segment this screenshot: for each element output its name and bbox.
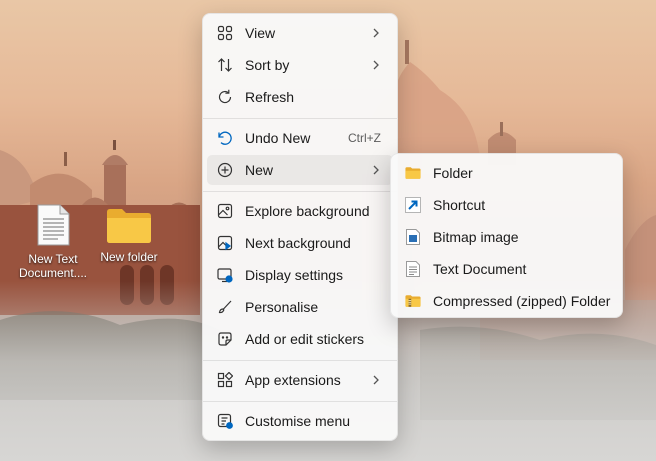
menu-item-new[interactable]: New <box>207 155 393 185</box>
submenu-item-text-document[interactable]: Text Document <box>395 254 618 284</box>
undo-icon <box>217 130 233 146</box>
submenu-item-label: Compressed (zipped) Folder <box>433 293 611 309</box>
folder-icon <box>405 165 421 181</box>
desktop-icon-label: New folder <box>100 250 158 264</box>
text-file-icon <box>37 204 70 246</box>
menu-item-next-background[interactable]: Next background <box>207 228 393 258</box>
menu-item-label: Refresh <box>245 89 295 105</box>
submenu-item-compressed-folder[interactable]: Compressed (zipped) Folder <box>395 286 618 316</box>
menu-item-label: New <box>245 162 274 178</box>
menu-item-label: Customise menu <box>245 413 351 429</box>
menu-item-refresh[interactable]: Refresh <box>207 82 393 112</box>
menu-separator <box>203 118 397 119</box>
menu-item-personalise[interactable]: Personalise <box>207 292 393 322</box>
desktop-icon-label: New Text Document.... <box>18 252 88 280</box>
menu-item-label: Sort by <box>245 57 290 73</box>
submenu-item-bitmap-image[interactable]: Bitmap image <box>395 222 618 252</box>
submenu-item-label: Text Document <box>433 261 527 277</box>
next-background-icon <box>217 235 233 251</box>
menu-item-label: Personalise <box>245 299 319 315</box>
sticker-icon <box>217 331 233 347</box>
refresh-icon <box>217 89 233 105</box>
chevron-right-icon <box>373 375 379 385</box>
menu-item-label: Add or edit stickers <box>245 331 365 347</box>
submenu-item-folder[interactable]: Folder <box>395 158 618 188</box>
menu-separator <box>203 401 397 402</box>
menu-item-display-settings[interactable]: Display settings <box>207 260 393 290</box>
brush-icon <box>217 299 233 315</box>
desktop-icon-new-folder[interactable]: New folder <box>93 208 165 264</box>
menu-item-customise-menu[interactable]: Customise menu <box>207 406 393 436</box>
menu-item-label: View <box>245 25 276 41</box>
plus-circle-icon <box>217 162 233 178</box>
grid-view-icon <box>217 25 233 41</box>
menu-item-sort-by[interactable]: Sort by <box>207 50 393 80</box>
menu-item-add-or-edit-stickers[interactable]: Add or edit stickers <box>207 324 393 354</box>
shortcut-icon <box>405 197 421 213</box>
bitmap-icon <box>405 229 421 245</box>
submenu-item-shortcut[interactable]: Shortcut <box>395 190 618 220</box>
desktop-icon-text-document[interactable]: New Text Document.... <box>17 204 89 280</box>
menu-item-label: Display settings <box>245 267 344 283</box>
chevron-right-icon <box>373 28 379 38</box>
text-file-icon <box>405 261 421 277</box>
chevron-right-icon <box>373 165 379 175</box>
menu-separator <box>203 360 397 361</box>
menu-item-label: Next background <box>245 235 351 251</box>
menu-item-undo-new[interactable]: Undo New Ctrl+Z <box>207 123 393 153</box>
new-submenu: Folder Shortcut Bitmap image Text Docume… <box>390 153 623 318</box>
menu-item-label: Undo New <box>245 130 311 146</box>
menu-item-app-extensions[interactable]: App extensions <box>207 365 393 395</box>
submenu-item-label: Folder <box>433 165 473 181</box>
chevron-right-icon <box>373 60 379 70</box>
customise-menu-icon <box>217 413 233 429</box>
menu-item-label: App extensions <box>245 372 341 388</box>
menu-separator <box>203 191 397 192</box>
sort-icon <box>217 57 233 73</box>
menu-item-explore-background[interactable]: Explore background <box>207 196 393 226</box>
menu-item-view[interactable]: View <box>207 18 393 48</box>
submenu-item-label: Bitmap image <box>433 229 519 245</box>
submenu-item-label: Shortcut <box>433 197 486 213</box>
zip-folder-icon <box>405 293 421 309</box>
menu-item-label: Explore background <box>245 203 370 219</box>
image-icon <box>217 203 233 219</box>
desktop-context-menu: View Sort by Refresh Undo New Ctrl+Z New… <box>202 13 398 441</box>
folder-icon <box>107 209 151 243</box>
display-settings-icon <box>217 267 233 283</box>
shortcut-label: Ctrl+Z <box>348 131 381 145</box>
apps-icon <box>217 372 233 388</box>
